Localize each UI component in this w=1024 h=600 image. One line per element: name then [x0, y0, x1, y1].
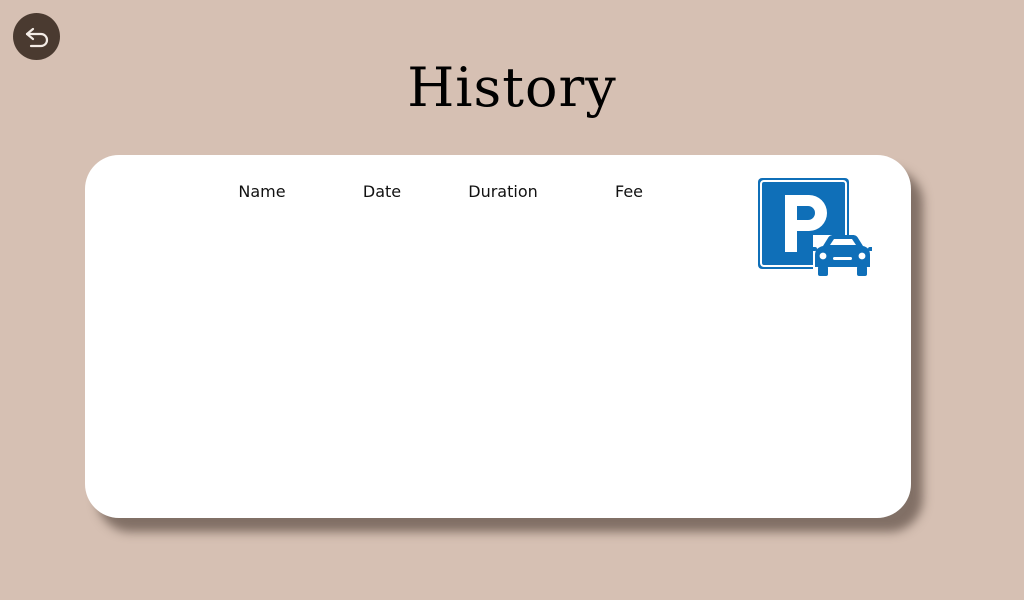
page-title: History: [407, 56, 617, 119]
parking-sign-icon: [758, 178, 872, 279]
column-header-date: Date: [362, 182, 402, 201]
column-header-fee: Fee: [614, 182, 644, 201]
back-arrow-icon: [25, 27, 48, 47]
back-button[interactable]: [13, 13, 60, 60]
column-header-duration: Duration: [468, 182, 538, 201]
column-header-name: Name: [238, 182, 286, 201]
